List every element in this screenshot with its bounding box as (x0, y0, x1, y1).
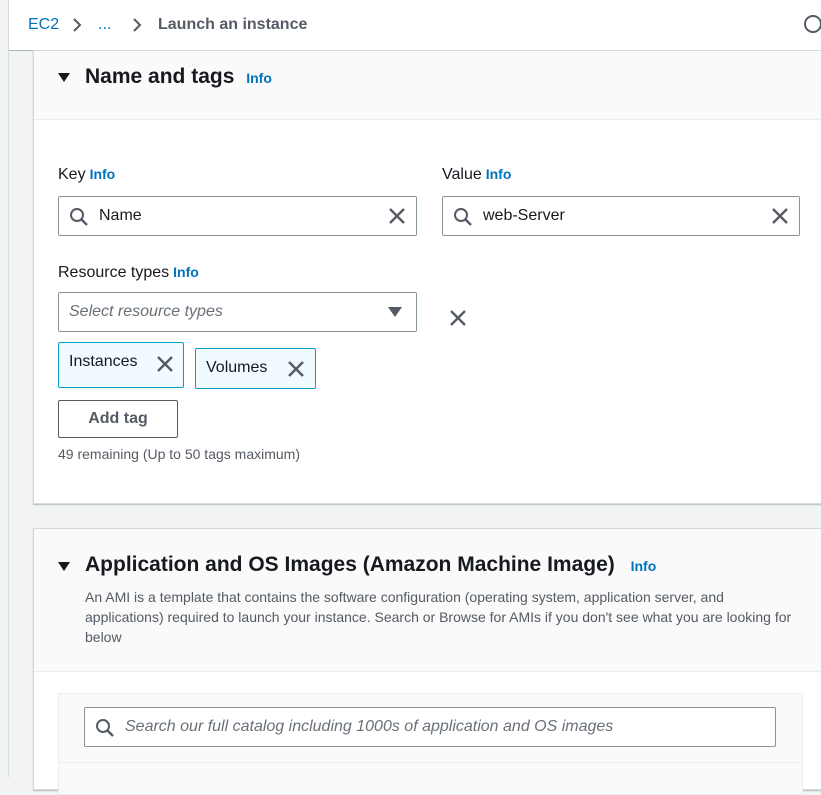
panel-header: Application and OS Images (Amazon Machin… (34, 529, 821, 672)
token-label: Instances (69, 353, 138, 370)
collapse-caret-icon[interactable] (58, 73, 70, 82)
token-instances: Instances (58, 342, 184, 388)
info-link[interactable]: Info (631, 558, 657, 574)
breadcrumb-current: Launch an instance (158, 16, 308, 33)
token-label: Volumes (206, 359, 268, 376)
tag-value-value: web-Server (483, 207, 565, 224)
search-icon (70, 208, 88, 226)
collapse-caret-icon[interactable] (58, 562, 70, 571)
info-link[interactable]: Info (246, 70, 272, 86)
breadcrumb-ellipsis-link[interactable]: ... (98, 15, 111, 35)
search-icon (96, 719, 114, 737)
close-icon[interactable] (156, 355, 174, 373)
tags-remaining-hint: 49 remaining (Up to 50 tags maximum) (58, 446, 300, 462)
resource-types-label-text: Resource types (58, 264, 170, 281)
ami-description: An AMI is a template that contains the s… (85, 589, 792, 645)
close-icon[interactable] (771, 207, 789, 225)
breadcrumb-ec2-link[interactable]: EC2 (28, 15, 59, 35)
resource-types-placeholder: Select resource types (69, 303, 223, 320)
value-info-link[interactable]: Info (486, 166, 512, 182)
panel-header: Name and tags Info (34, 51, 821, 120)
close-icon[interactable] (287, 360, 305, 378)
panel-title: Name and tags Info (85, 65, 272, 89)
search-icon (454, 208, 472, 226)
chevron-right-icon (133, 18, 142, 32)
resource-types-select[interactable]: Select resource types (58, 292, 417, 332)
chevron-right-icon (73, 18, 82, 32)
tag-value-input[interactable]: web-Server (442, 196, 800, 236)
close-icon[interactable] (449, 309, 467, 327)
key-info-link[interactable]: Info (90, 166, 116, 182)
key-label-text: Key (58, 166, 86, 183)
tag-key-value: Name (99, 207, 142, 224)
ami-search-input[interactable]: Search our full catalog including 1000s … (84, 707, 776, 747)
key-label: Key Info (58, 166, 115, 184)
name-and-tags-panel: Name and tags Info Key Info Name Value Inf… (33, 50, 821, 504)
tag-key-input[interactable]: Name (58, 196, 417, 236)
ami-title: Application and OS Images (Amazon Machin… (85, 553, 615, 576)
resource-types-info-link[interactable]: Info (173, 264, 199, 280)
help-circle-icon[interactable] (804, 15, 821, 33)
token-volumes: Volumes (195, 348, 316, 389)
divider (59, 762, 802, 763)
breadcrumb-bar: EC2 ... Launch an instance (9, 0, 821, 51)
page-left-border (8, 0, 9, 777)
add-tag-button[interactable]: Add tag (58, 400, 178, 438)
resource-types-label: Resource types Info (58, 264, 199, 282)
value-label: Value Info (442, 166, 511, 184)
close-icon[interactable] (388, 207, 406, 225)
value-label-text: Value (442, 166, 482, 183)
ami-search-container: Search our full catalog including 1000s … (58, 693, 803, 795)
caret-down-icon (388, 307, 402, 317)
panel-title: Application and OS Images (Amazon Machin… (85, 553, 656, 577)
name-and-tags-title: Name and tags (85, 65, 235, 88)
ami-search-placeholder: Search our full catalog including 1000s … (125, 718, 614, 735)
ami-panel: Application and OS Images (Amazon Machin… (33, 528, 821, 795)
